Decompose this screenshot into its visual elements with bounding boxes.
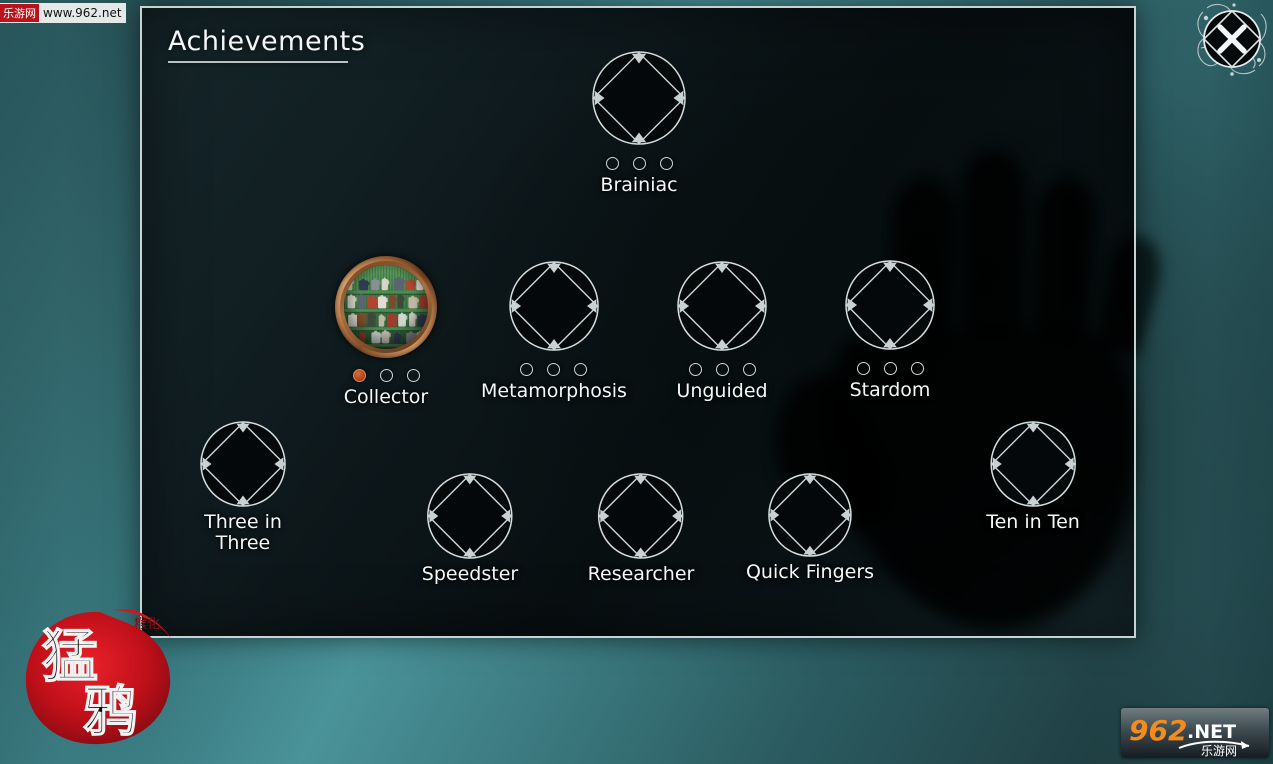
tier-dot-empty (715, 363, 729, 376)
logo-small-glyph: 糇化 (134, 617, 160, 632)
locked-diamond-circle-icon[interactable] (676, 260, 768, 352)
achievement-label-three-in-three: Three in Three (204, 511, 282, 555)
achievement-researcher[interactable]: Researcher (587, 472, 695, 585)
page-title: Achievements (168, 26, 366, 57)
achievement-speedster[interactable]: Speedster (422, 472, 518, 585)
achievement-tier-dots-collector (352, 368, 420, 383)
tier-dot-empty (406, 369, 420, 382)
achievement-badge-ten-in-ten[interactable] (989, 420, 1077, 508)
achievement-badge-unguided[interactable] (676, 260, 768, 352)
achievement-label-unguided: Unguided (676, 380, 768, 402)
achievement-badge-metamorphosis[interactable] (508, 260, 600, 352)
locked-diamond-circle-icon[interactable] (426, 472, 514, 560)
achievement-ten-in-ten[interactable]: Ten in Ten (986, 420, 1080, 533)
achievement-tier-dots-metamorphosis (520, 362, 588, 377)
achievements-panel: Achievements Brainiac Collector Metamorp… (140, 6, 1136, 638)
watermark-962net: 962 .NET 乐游网 (1121, 708, 1269, 758)
tier-dot-empty (883, 362, 897, 375)
tier-dot-empty (659, 157, 673, 170)
achievement-badge-stardom[interactable] (844, 259, 936, 351)
watermark-962-cn: 乐游网 (1201, 744, 1237, 758)
achievement-label-collector: Collector (343, 386, 429, 408)
achievement-label-stardom: Stardom (849, 379, 931, 401)
achievement-badge-collector[interactable] (335, 256, 437, 358)
achievement-badge-brainiac[interactable] (591, 50, 687, 146)
achievement-quick-fingers[interactable]: Quick Fingers (746, 472, 874, 583)
achievement-tier-dots-stardom (856, 361, 924, 376)
close-button[interactable] (1193, 0, 1271, 80)
achievement-label-speedster: Speedster (421, 563, 519, 585)
watermark-962-tld: .NET (1187, 721, 1236, 743)
achievement-tier-dots-unguided (688, 362, 756, 377)
close-x-icon[interactable] (1193, 0, 1271, 80)
tier-dot-empty (742, 363, 756, 376)
tier-dot-empty (605, 157, 619, 170)
achievement-unguided[interactable]: Unguided (676, 260, 768, 402)
achievement-three-in-three[interactable]: Three in Three (199, 420, 287, 555)
page-title-group: Achievements (168, 28, 365, 63)
achievement-label-metamorphosis: Metamorphosis (481, 380, 627, 402)
locked-diamond-circle-icon[interactable] (591, 50, 687, 146)
achievement-label-ten-in-ten: Ten in Ten (986, 511, 1080, 533)
achievement-brainiac[interactable]: Brainiac (591, 50, 687, 196)
achievement-label-researcher: Researcher (587, 563, 695, 585)
tier-dot-empty (379, 369, 393, 382)
achievement-tier-dots-brainiac (605, 156, 673, 171)
watermark-top-left: 乐游网 www.962.net (0, 3, 126, 23)
title-underline (168, 61, 348, 63)
tier-dot-empty (910, 362, 924, 375)
achievement-label-quick-fingers: Quick Fingers (745, 561, 875, 583)
tier-dot-empty (688, 363, 702, 376)
achievement-badge-three-in-three[interactable] (199, 420, 287, 508)
tier-dot-empty (632, 157, 646, 170)
tier-dot-empty (547, 363, 561, 376)
watermark-962-number: 962 (1129, 714, 1187, 747)
watermark-cn-badge: 乐游网 (0, 4, 39, 22)
teapot-shelf-photo-icon[interactable] (344, 265, 428, 349)
tier-dot-empty (574, 363, 588, 376)
badge-photo (344, 265, 428, 349)
locked-diamond-circle-icon[interactable] (844, 259, 936, 351)
achievement-metamorphosis[interactable]: Metamorphosis (481, 260, 627, 402)
achievement-label-brainiac: Brainiac (600, 174, 678, 196)
locked-diamond-circle-icon[interactable] (767, 472, 853, 558)
locked-diamond-circle-icon[interactable] (508, 260, 600, 352)
game-screen: Achievements Brainiac Collector Metamorp… (0, 0, 1273, 764)
logo-glyph-2: 鸦 (83, 680, 137, 743)
watermark-url: www.962.net (43, 6, 122, 20)
tier-dot-empty (856, 362, 870, 375)
achievement-collector[interactable]: Collector (335, 256, 437, 408)
achievement-badge-quick-fingers[interactable] (767, 472, 853, 558)
achievement-badge-speedster[interactable] (426, 472, 514, 560)
locked-diamond-circle-icon[interactable] (199, 420, 287, 508)
tier-dot-filled (352, 369, 366, 382)
locked-diamond-circle-icon[interactable] (597, 472, 685, 560)
achievement-badge-researcher[interactable] (597, 472, 685, 560)
achievement-stardom[interactable]: Stardom (844, 259, 936, 401)
watermark-game-logo: 猛 鸦 糇化 (14, 604, 182, 752)
tier-dot-empty (520, 363, 534, 376)
locked-diamond-circle-icon[interactable] (989, 420, 1077, 508)
